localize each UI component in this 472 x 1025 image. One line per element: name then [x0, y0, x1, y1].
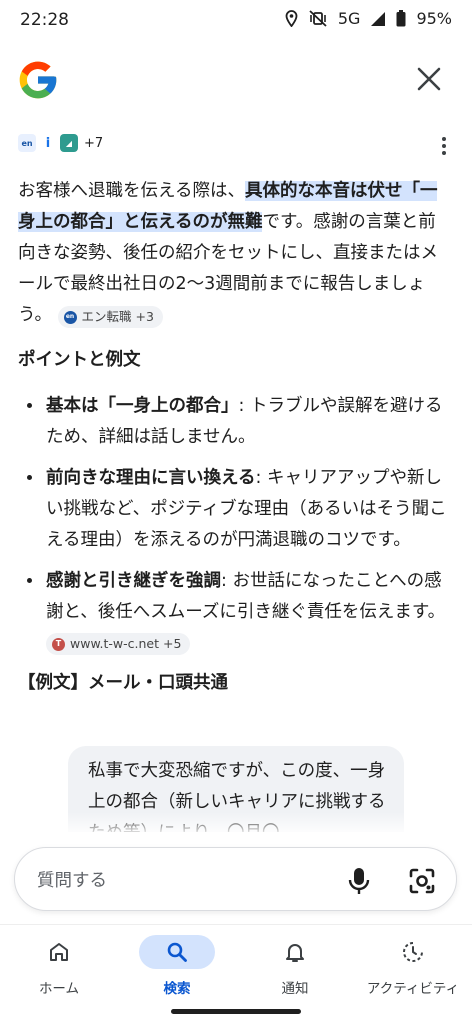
status-icons: 5G 95%: [285, 9, 452, 28]
ask-bar: [14, 847, 457, 911]
source-en-tenshoku-icon: en: [18, 134, 36, 152]
points-list: 基本は「一身上の都合」: トラブルや誤解を避けるため、詳細は話しません。 前向き…: [18, 390, 450, 659]
source-icons[interactable]: en i ◢ +7: [18, 134, 103, 152]
chip-label: エン転職 +3: [81, 309, 154, 324]
bell-icon: [286, 944, 304, 962]
nav-notifications-label: 通知: [281, 981, 309, 997]
section-title: ポイントと例文: [18, 350, 141, 370]
google-logo: [19, 61, 57, 99]
source-more-count: +7: [84, 135, 104, 151]
battery-level: 95%: [416, 9, 452, 28]
intro-text-1: お客様へ退職を伝える際は、: [18, 181, 245, 201]
point-title: 感謝と引き継ぎを強調: [46, 571, 221, 591]
close-icon: [417, 67, 441, 91]
nav-home[interactable]: ホーム: [0, 925, 118, 1005]
source-info-icon: i: [39, 134, 57, 152]
source-chip-twc[interactable]: T www.t-w-c.net +5: [46, 633, 191, 655]
list-item: 感謝と引き継ぎを強調: お世話になったことへの感謝と、後任へスムーズに引き継ぐ責…: [44, 565, 450, 659]
example-title: 【例文】メール・口頭共通: [18, 673, 228, 693]
activity-icon: [403, 942, 423, 962]
nav-activity-label: アクティビティ: [366, 981, 460, 997]
home-icon: [50, 943, 68, 961]
ask-input[interactable]: [35, 866, 339, 896]
nav-activity[interactable]: アクティビティ: [354, 925, 472, 1005]
app-header: [0, 52, 472, 110]
close-button[interactable]: [416, 66, 442, 92]
content-fade: [0, 812, 472, 836]
status-time: 22:28: [20, 10, 69, 30]
list-item: 前向きな理由に言い換える: キャリアアップや新しい挑戦など、ポジティブな理由（あ…: [44, 462, 450, 556]
more-options-button[interactable]: [440, 136, 448, 156]
nav-notifications[interactable]: 通知: [236, 925, 354, 1005]
nav-search[interactable]: 検索: [118, 925, 236, 1005]
en-tenshoku-icon: en: [63, 310, 77, 324]
gesture-bar: [171, 1009, 301, 1014]
mic-button[interactable]: [346, 867, 372, 895]
ai-answer: お客様へ退職を伝える際は、具体的な本音は伏せ「一身上の都合」と伝えるのが無難です…: [18, 176, 450, 699]
vibrate-off-icon: [309, 10, 327, 27]
point-title: 基本は「一身上の都合」: [46, 396, 239, 416]
lens-camera-button[interactable]: [408, 867, 436, 895]
source-chip-en-tenshoku[interactable]: en エン転職 +3: [57, 306, 163, 328]
list-item: 基本は「一身上の都合」: トラブルや誤解を避けるため、詳細は話しません。: [44, 390, 450, 453]
battery-icon: [396, 10, 406, 27]
point-title: 前向きな理由に言い換える: [46, 468, 256, 488]
twc-site-icon: T: [52, 637, 65, 651]
status-bar: 22:28 5G 95%: [0, 0, 472, 40]
chip-label: www.t-w-c.net +5: [70, 636, 182, 651]
network-type: 5G: [337, 9, 361, 28]
location-icon: [285, 10, 298, 27]
answer-intro: お客様へ退職を伝える際は、具体的な本音は伏せ「一身上の都合」と伝えるのが無難です…: [18, 176, 450, 331]
search-icon: [167, 942, 187, 962]
signal-icon: [371, 11, 386, 26]
source-site-icon: ◢: [60, 134, 78, 152]
nav-home-label: ホーム: [38, 981, 80, 997]
nav-search-label: 検索: [163, 981, 191, 997]
